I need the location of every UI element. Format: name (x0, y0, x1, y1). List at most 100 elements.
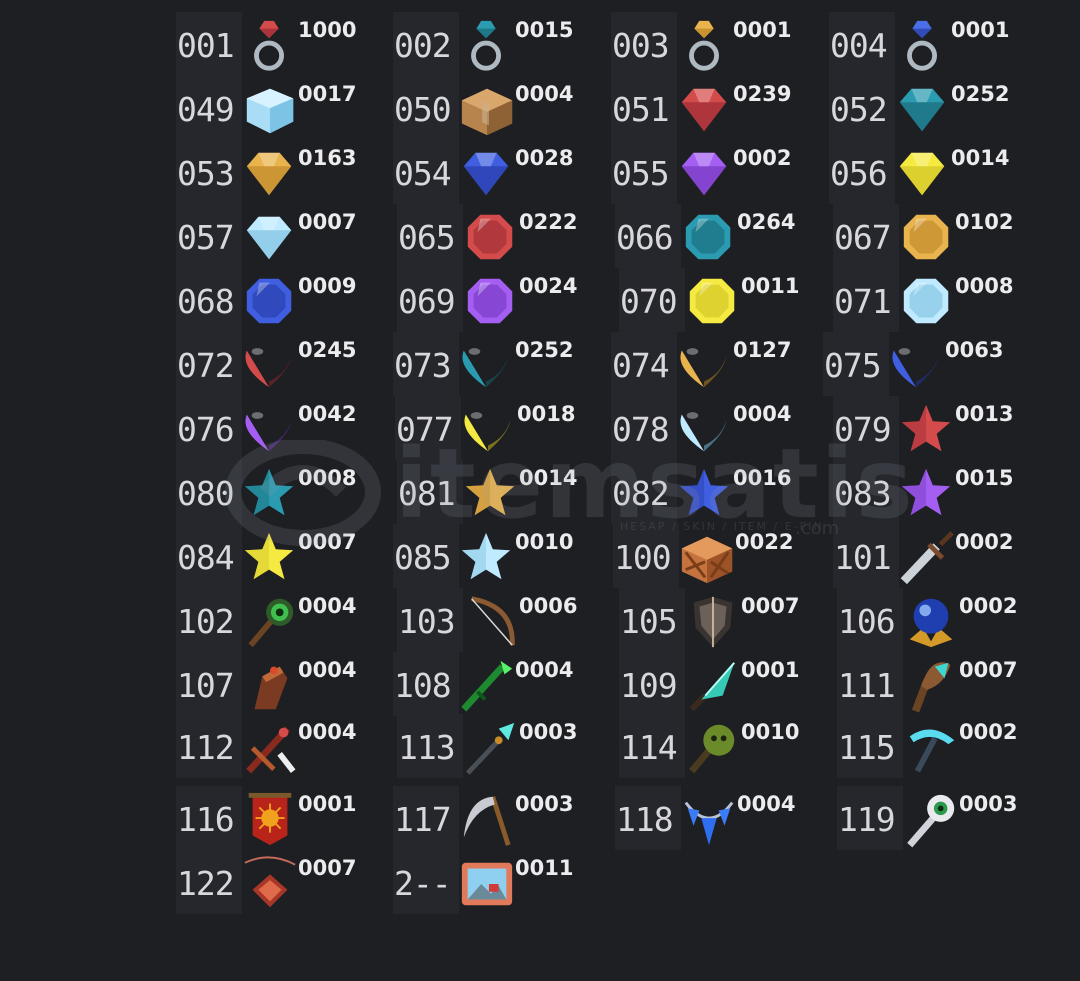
inventory-item: 117 0003 (393, 786, 608, 850)
item-id: 079 (833, 396, 899, 460)
item-count: 0002 (959, 720, 1018, 744)
item-id: 004 (829, 12, 895, 76)
inventory-item: 074 0127 (611, 332, 826, 396)
inventory-item: 076 0042 (176, 396, 391, 460)
item-id: 113 (397, 714, 463, 778)
item-id: 083 (833, 460, 899, 524)
ice-cube-icon (240, 80, 300, 140)
inventory-item: 080 0008 (176, 460, 391, 524)
inventory-item: 068 0009 (176, 268, 391, 332)
item-id: 080 (176, 460, 242, 524)
item-count: 0252 (951, 82, 1010, 106)
item-count: 0016 (733, 466, 792, 490)
wooden-crate-icon (677, 528, 737, 588)
item-count: 0008 (955, 274, 1014, 298)
inventory-item: 100 0022 (613, 524, 828, 588)
blue-star-icon (675, 464, 735, 524)
inventory-item: 103 0006 (397, 588, 612, 652)
inventory-item: 052 0252 (829, 76, 1044, 140)
item-count: 0004 (733, 402, 792, 426)
inventory-item: 065 0222 (397, 204, 612, 268)
inventory-item: 112 0004 (176, 714, 391, 778)
inventory-item: 081 0014 (397, 460, 612, 524)
item-count: 0028 (515, 146, 574, 170)
inventory-item: 102 0004 (176, 588, 391, 652)
item-id: 074 (611, 332, 677, 396)
purple-octagon-icon (461, 272, 521, 332)
diamond-octagon-icon (897, 272, 957, 332)
red-heart-icon (240, 336, 300, 396)
red-gem-icon (675, 80, 735, 140)
inventory-item: 082 0016 (611, 460, 826, 524)
item-count: 0102 (955, 210, 1014, 234)
bow-icon (461, 592, 521, 652)
item-id: 117 (393, 786, 459, 850)
item-count: 0007 (298, 210, 357, 234)
inventory-item: 109 0001 (619, 652, 834, 716)
crystal-pickaxe-icon (901, 718, 961, 778)
item-id: 072 (176, 332, 242, 396)
item-count: 1000 (298, 18, 357, 42)
inventory-item: 004 0001 (829, 12, 1044, 76)
yellow-star-icon (240, 528, 300, 588)
crystal-club-icon (901, 656, 961, 716)
item-count: 0013 (955, 402, 1014, 426)
item-count: 0015 (515, 18, 574, 42)
inventory-item: 055 0002 (611, 140, 826, 204)
item-id: 103 (397, 588, 463, 652)
item-id: 071 (833, 268, 899, 332)
item-id: 049 (176, 76, 242, 140)
inventory-item: 118 0004 (615, 786, 830, 850)
item-count: 0004 (515, 82, 574, 106)
cardboard-box-icon (457, 80, 517, 140)
picture-frame-icon (457, 854, 517, 914)
yellow-octagon-icon (683, 272, 743, 332)
amulet-icon (240, 854, 300, 914)
diamond-star-icon (457, 528, 517, 588)
inventory-item: 122 0007 (176, 850, 391, 914)
item-id: 002 (393, 12, 459, 76)
item-id: 108 (393, 652, 459, 716)
blue-octagon-icon (240, 272, 300, 332)
item-count: 0024 (519, 274, 578, 298)
item-id: 057 (176, 204, 242, 268)
inventory-item: 084 0007 (176, 524, 391, 588)
item-id: 068 (176, 268, 242, 332)
item-id: 082 (611, 460, 677, 524)
item-id: 077 (395, 396, 461, 460)
item-id: 070 (619, 268, 685, 332)
item-id: 116 (176, 786, 242, 850)
inventory-item: 073 0252 (393, 332, 608, 396)
gold-star-icon (461, 464, 521, 524)
item-id: 105 (619, 588, 685, 652)
gold-heart-icon (675, 336, 735, 396)
item-count: 0003 (519, 720, 578, 744)
inventory-item: 108 0004 (393, 652, 608, 716)
inventory-item: 054 0028 (393, 140, 608, 204)
item-count: 0163 (298, 146, 357, 170)
item-id: 107 (176, 652, 242, 716)
gold-octagon-icon (897, 208, 957, 268)
crystal-orb-icon (901, 592, 961, 652)
item-count: 0127 (733, 338, 792, 362)
nature-staff-icon (240, 592, 300, 652)
inventory-item: 114 0010 (619, 714, 834, 778)
item-count: 0001 (741, 658, 800, 682)
inventory-item: 079 0013 (833, 396, 1048, 460)
inventory-item: 072 0245 (176, 332, 391, 396)
inventory-item: 106 0002 (837, 588, 1052, 652)
inventory-item: 053 0163 (176, 140, 391, 204)
purple-star-icon (897, 464, 957, 524)
item-count: 0004 (515, 658, 574, 682)
inventory-item: 085 0010 (393, 524, 608, 588)
item-count: 0007 (741, 594, 800, 618)
sword-icon (897, 528, 957, 588)
item-id: 109 (619, 652, 685, 716)
red-star-icon (897, 400, 957, 460)
item-id: 085 (393, 524, 459, 588)
item-count: 0009 (298, 274, 357, 298)
scythe-icon (457, 790, 517, 850)
item-count: 0008 (298, 466, 357, 490)
item-count: 0264 (737, 210, 796, 234)
inventory-item: 003 0001 (611, 12, 826, 76)
